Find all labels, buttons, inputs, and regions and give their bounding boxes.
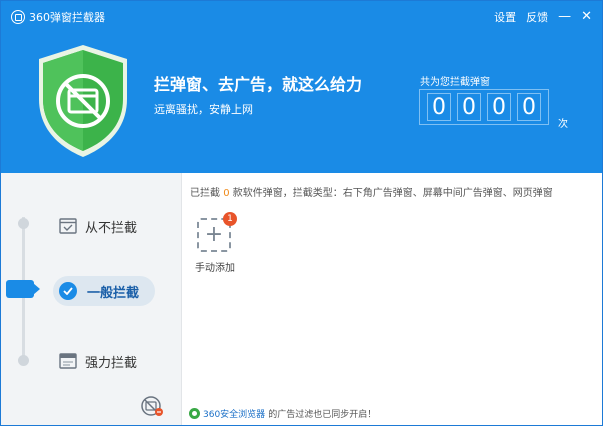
title-bar: 360弹窗拦截器 [11,9,105,25]
close-button[interactable]: ✕ [581,10,592,23]
summary-prefix: 已拦截 [190,188,220,199]
feedback-button[interactable]: 反馈 [526,9,548,25]
app-logo-icon [11,10,25,24]
block-summary: 已拦截 0 款软件弹窗，拦截类型：右下角广告弹窗、屏幕中间广告弹窗、网页弹窗 [190,184,553,199]
footer-message: 的广告过滤也已同步开启！ [268,410,377,420]
minimize-button[interactable]: — [558,10,571,23]
mode-sidebar: 从不拦截 一般拦截 强力拦截 [1,173,182,425]
counter-unit: 次 [558,119,568,130]
app-window: 360弹窗拦截器 设置 反馈 — ✕ 拦弹窗、去广告，就这么给力 远离骚扰，安静… [0,0,603,426]
mode-slider-stop[interactable] [18,218,29,229]
counter-digit: 0 [517,93,541,121]
counter-digit: 0 [457,93,481,121]
counter-digit: 0 [487,93,511,121]
slogan-subtext: 远离骚扰，安静上网 [154,103,253,116]
main-panel: 已拦截 0 款软件弹窗，拦截类型：右下角广告弹窗、屏幕中间广告弹窗、网页弹窗 +… [183,173,602,425]
footer-notice: 360安全浏览器 的广告过滤也已同步开启！ [189,407,376,420]
window-controls: 设置 反馈 — ✕ [494,9,592,25]
mode-label: 一般拦截 [87,285,140,301]
mode-label: 从不拦截 [85,220,138,236]
mode-slider-handle[interactable] [6,280,40,298]
shield-block-icon [39,45,127,157]
mode-normal-block[interactable]: 一般拦截 [53,276,155,306]
settings-button[interactable]: 设置 [494,9,516,25]
plus-icon: + [204,222,224,247]
notification-badge: 1 [223,212,237,226]
header-banner: 360弹窗拦截器 设置 反馈 — ✕ 拦弹窗、去广告，就这么给力 远离骚扰，安静… [1,1,602,173]
summary-count: 0 [223,188,230,199]
summary-suffix: 款软件弹窗，拦截类型：右下角广告弹窗、屏幕中间广告弹窗、网页弹窗 [232,188,553,199]
mode-strong-block[interactable]: 强力拦截 [59,346,137,376]
check-circle-icon [59,282,77,300]
window-icon [59,353,77,369]
blocked-window-settings-icon[interactable] [140,395,164,417]
mode-slider-stop[interactable] [18,355,29,366]
app-title: 360弹窗拦截器 [29,11,105,24]
mode-label: 强力拦截 [85,355,138,371]
counter-label: 共为您拦截弹窗 [420,77,490,88]
counter-digit: 0 [427,93,451,121]
browser-link[interactable]: 360安全浏览器 [203,407,265,420]
browser-logo-icon [189,408,200,419]
slogan-heading: 拦弹窗、去广告，就这么给力 [154,75,363,94]
checkbox-window-icon [59,218,77,234]
mode-never-block[interactable]: 从不拦截 [59,211,137,241]
block-counter: 0 0 0 0 [419,89,549,125]
manual-add-label: 手动添加 [195,263,235,274]
